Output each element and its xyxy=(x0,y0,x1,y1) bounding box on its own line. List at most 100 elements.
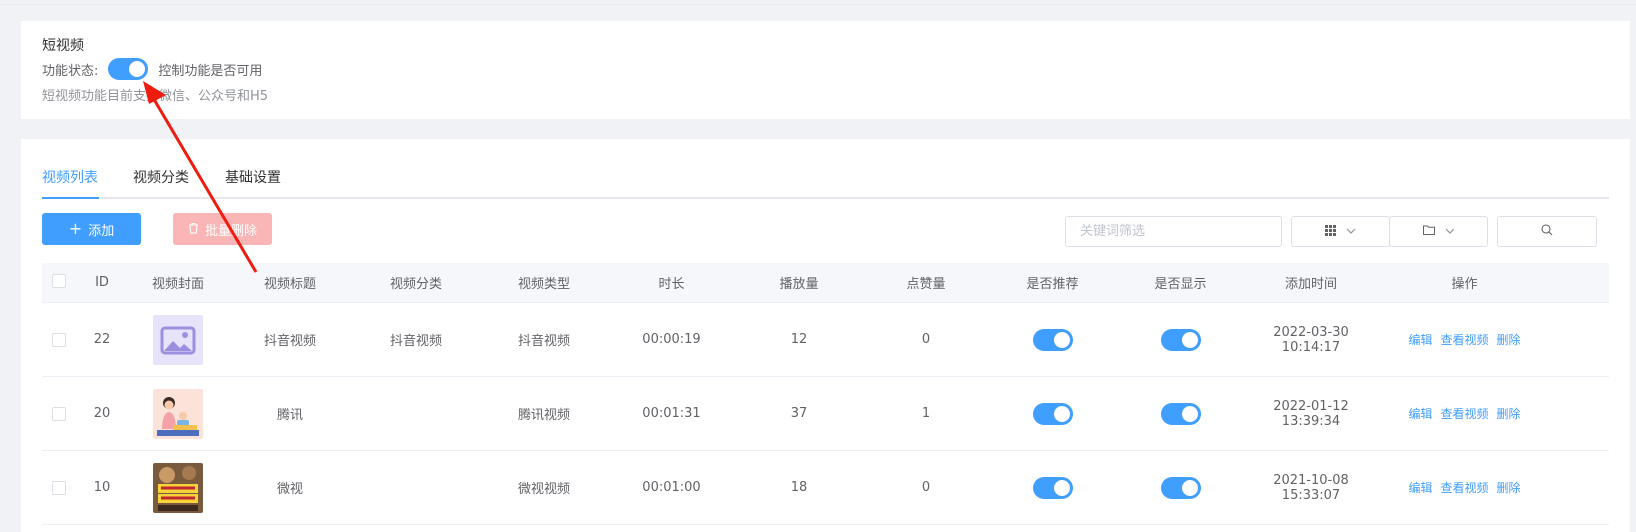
cell-id: 10 xyxy=(93,480,111,495)
cell-actions: 编辑 查看视频 删除 xyxy=(1377,405,1552,422)
header-likes: 点赞量 xyxy=(906,277,946,292)
cell-recommended xyxy=(989,328,1116,351)
cell-shown xyxy=(1116,328,1245,351)
shown-toggle[interactable] xyxy=(1160,402,1201,425)
header-type: 视频类型 xyxy=(517,277,570,292)
trash-icon xyxy=(188,222,199,237)
cell-shown xyxy=(1116,402,1245,425)
row-checkbox[interactable] xyxy=(52,480,66,495)
row-select-cell xyxy=(42,332,76,347)
tab-video-category[interactable]: 视频分类 xyxy=(133,167,189,187)
recommended-toggle[interactable] xyxy=(1032,402,1073,425)
cell-likes: 0 xyxy=(921,480,931,495)
table-row: 20 腾讯 腾讯视频 00:01:31 37 1 2022-01-12 13:3… xyxy=(42,377,1609,451)
chevron-down-icon xyxy=(1445,226,1455,237)
edit-link[interactable]: 编辑 xyxy=(1408,331,1432,348)
table-header: ID 视频封面 视频标题 视频分类 视频类型 时长 播放量 点赞量 是否推荐 是… xyxy=(42,263,1609,303)
grid-icon xyxy=(1325,224,1336,239)
header-added-time: 添加时间 xyxy=(1284,277,1337,292)
shown-toggle[interactable] xyxy=(1160,476,1201,499)
cell-recommended xyxy=(989,402,1116,425)
header-id: ID xyxy=(95,275,109,290)
batch-delete-label: 批量删除 xyxy=(204,223,257,239)
active-tab-indicator xyxy=(42,197,99,199)
cell-cover xyxy=(128,314,228,365)
feature-title: 短视频 xyxy=(42,38,84,54)
cell-likes: 1 xyxy=(921,406,931,421)
cell-id: 22 xyxy=(93,332,111,347)
search-button[interactable] xyxy=(1497,216,1597,247)
cell-added-time: 2021-10-08 15:33:07 xyxy=(1273,472,1349,503)
add-button-label: 添加 xyxy=(88,223,115,239)
cell-plays: 12 xyxy=(790,332,808,347)
view-mode-select[interactable] xyxy=(1291,216,1390,247)
cell-added-time: 2022-03-30 10:14:17 xyxy=(1273,324,1349,355)
tab-basic-settings[interactable]: 基础设置 xyxy=(225,167,281,187)
cell-shown xyxy=(1116,476,1245,499)
placeholder-image-icon[interactable] xyxy=(153,314,203,365)
cartoon-family-image-icon[interactable] xyxy=(153,388,203,439)
header-shown: 是否显示 xyxy=(1154,277,1207,292)
cell-type: 抖音视频 xyxy=(517,334,570,349)
top-strip xyxy=(0,0,1636,5)
select-all-cell xyxy=(42,273,76,292)
table-row: 22 抖音视频 抖音视频 抖音视频 00:00:19 12 0 2022-03-… xyxy=(42,303,1609,377)
view-video-link[interactable]: 查看视频 xyxy=(1440,405,1488,422)
cell-recommended xyxy=(989,476,1116,499)
header-cover: 视频封面 xyxy=(151,277,204,292)
edit-link[interactable]: 编辑 xyxy=(1408,405,1432,422)
header-actions: 操作 xyxy=(1451,277,1478,292)
chevron-down-icon xyxy=(1346,226,1356,237)
header-title: 视频标题 xyxy=(263,277,316,292)
cell-title: 抖音视频 xyxy=(263,334,316,349)
status-row: 功能状态: 控制功能是否可用 xyxy=(42,57,262,81)
row-checkbox[interactable] xyxy=(52,406,66,421)
status-label: 功能状态: xyxy=(42,63,99,79)
status-hint: 控制功能是否可用 xyxy=(158,63,263,79)
cell-title: 腾讯 xyxy=(276,408,303,423)
cell-actions: 编辑 查看视频 删除 xyxy=(1377,479,1552,496)
food-poster-image-icon[interactable] xyxy=(153,462,203,513)
feature-description: 短视频功能目前支持微信、公众号和H5 xyxy=(42,89,269,104)
video-table: ID 视频封面 视频标题 视频分类 视频类型 时长 播放量 点赞量 是否推荐 是… xyxy=(42,263,1609,525)
cell-duration: 00:01:31 xyxy=(642,406,701,421)
table-row: 10 微视 微视视频 00:01:00 18 0 2021-10-08 15:3… xyxy=(42,451,1609,525)
plus-icon: + xyxy=(68,219,83,238)
cell-cover xyxy=(128,462,228,513)
cell-type: 腾讯视频 xyxy=(517,408,570,423)
cell-duration: 00:01:00 xyxy=(642,480,701,495)
folder-select[interactable] xyxy=(1389,216,1488,247)
cell-plays: 18 xyxy=(790,480,808,495)
delete-link[interactable]: 删除 xyxy=(1497,331,1521,348)
main-card: 视频列表 视频分类 基础设置 + 添加 批量删除 关键词筛选 ID 视频封面 视… xyxy=(21,139,1630,532)
recommended-toggle[interactable] xyxy=(1032,328,1073,351)
cell-duration: 00:00:19 xyxy=(642,332,701,347)
view-video-link[interactable]: 查看视频 xyxy=(1440,479,1488,496)
feature-toggle[interactable] xyxy=(108,58,149,80)
keyword-filter-input[interactable] xyxy=(1065,216,1282,247)
feature-card: 短视频 功能状态: 控制功能是否可用 短视频功能目前支持微信、公众号和H5 xyxy=(21,21,1630,119)
cell-type: 微视视频 xyxy=(517,482,570,497)
cell-added-time: 2022-01-12 13:39:34 xyxy=(1273,398,1349,429)
search-icon xyxy=(1541,224,1553,239)
tab-bar: 视频列表 视频分类 基础设置 xyxy=(42,163,1609,199)
select-all-checkbox[interactable] xyxy=(52,273,66,288)
recommended-toggle[interactable] xyxy=(1032,476,1073,499)
header-plays: 播放量 xyxy=(779,277,819,292)
row-checkbox[interactable] xyxy=(52,332,66,347)
delete-link[interactable]: 删除 xyxy=(1497,405,1521,422)
tab-video-list[interactable]: 视频列表 xyxy=(42,167,98,187)
folder-icon xyxy=(1422,225,1435,238)
cell-plays: 37 xyxy=(790,406,808,421)
shown-toggle[interactable] xyxy=(1160,328,1201,351)
cell-id: 20 xyxy=(93,406,111,421)
cell-likes: 0 xyxy=(921,332,931,347)
cell-category: 抖音视频 xyxy=(389,334,442,349)
batch-delete-button[interactable]: 批量删除 xyxy=(173,213,272,245)
edit-link[interactable]: 编辑 xyxy=(1408,479,1432,496)
header-category: 视频分类 xyxy=(389,277,442,292)
row-select-cell xyxy=(42,480,76,495)
view-video-link[interactable]: 查看视频 xyxy=(1440,331,1488,348)
add-button[interactable]: + 添加 xyxy=(42,213,141,245)
delete-link[interactable]: 删除 xyxy=(1497,479,1521,496)
